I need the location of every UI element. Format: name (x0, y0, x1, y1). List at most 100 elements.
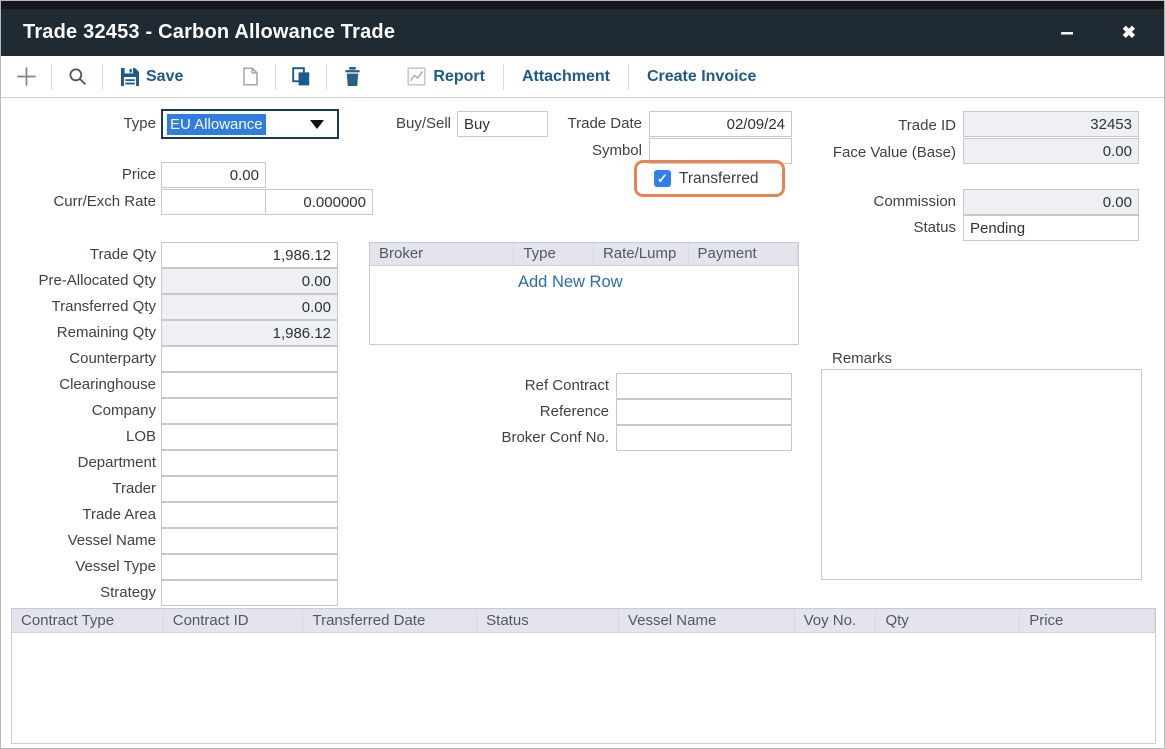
contracts-table: Contract TypeContract IDTransferred Date… (11, 608, 1156, 744)
reference-input[interactable] (616, 399, 792, 425)
titlebar: Trade 32453 - Carbon Allowance Trade – ✖ (1, 9, 1164, 56)
trader-label: Trader (1, 476, 156, 502)
trader-input[interactable] (161, 476, 338, 502)
minimize-icon[interactable]: – (1060, 21, 1073, 45)
broker-table-header: BrokerTypeRate/LumpPayment (370, 243, 798, 266)
strategy-input[interactable] (161, 580, 338, 606)
toolbar-separator (51, 64, 52, 90)
remarks-label: Remarks (832, 350, 892, 367)
symbol-label: Symbol (531, 138, 642, 164)
trade-qty-input[interactable] (161, 242, 338, 268)
report-chart-icon (407, 67, 426, 86)
window-title: Trade 32453 - Carbon Allowance Trade (23, 21, 395, 44)
vessel-name-label: Vessel Name (1, 528, 156, 554)
face-value-input[interactable] (963, 138, 1139, 164)
trade-area-label: Trade Area (1, 502, 156, 528)
attachment-label: Attachment (522, 68, 610, 86)
new-document-button[interactable] (235, 62, 265, 92)
remaining-qty-label: Remaining Qty (1, 320, 156, 346)
buy-sell-label: Buy/Sell (351, 111, 451, 137)
search-button[interactable] (62, 62, 92, 92)
trade-date-input[interactable] (649, 111, 792, 137)
form-area: Type EU Allowance Buy/Sell Trade Date Tr… (1, 98, 1164, 749)
search-icon (68, 67, 87, 86)
broker-col-broker: Broker (370, 243, 514, 265)
toolbar-separator (275, 64, 276, 90)
transferred-label: Transferred (679, 170, 759, 188)
contracts-table-header: Contract TypeContract IDTransferred Date… (12, 609, 1155, 633)
vessel-name-input[interactable] (161, 528, 338, 554)
price-input[interactable] (161, 162, 266, 188)
remaining-qty-input[interactable] (161, 320, 338, 346)
broker-table: BrokerTypeRate/LumpPayment Add New Row (369, 242, 799, 345)
pre-allocated-qty-label: Pre-Allocated Qty (1, 268, 156, 294)
chevron-down-icon (310, 120, 324, 129)
ref-contract-label: Ref Contract (444, 373, 609, 399)
trade-date-label: Trade Date (531, 111, 642, 137)
status-input[interactable] (963, 215, 1139, 241)
report-label: Report (433, 68, 485, 86)
type-dropdown[interactable]: EU Allowance (161, 109, 339, 139)
copy-button[interactable] (286, 62, 316, 92)
strategy-label: Strategy (1, 580, 156, 606)
counterparty-label: Counterparty (1, 346, 156, 372)
vessel-type-input[interactable] (161, 554, 338, 580)
contracts-col-vessel-name: Vessel Name (619, 609, 795, 632)
lob-label: LOB (1, 424, 156, 450)
currency-input[interactable] (161, 189, 266, 215)
add-new-row-link[interactable]: Add New Row (518, 273, 623, 292)
transferred-qty-label: Transferred Qty (1, 294, 156, 320)
document-icon (242, 67, 259, 86)
save-button[interactable]: Save (113, 66, 191, 88)
trade-id-label: Trade ID (821, 113, 956, 139)
check-icon: ✓ (657, 172, 668, 185)
contracts-col-price: Price (1020, 609, 1155, 632)
broker-col-payment: Payment (689, 243, 798, 265)
broker-conf-no-label: Broker Conf No. (444, 425, 609, 451)
trade-window: Trade 32453 - Carbon Allowance Trade – ✖… (0, 0, 1165, 749)
company-input[interactable] (161, 398, 338, 424)
report-button[interactable]: Report (399, 65, 493, 88)
broker-conf-no-input[interactable] (616, 425, 792, 451)
toolbar-separator (503, 64, 504, 90)
plus-icon (16, 66, 37, 87)
clearinghouse-label: Clearinghouse (1, 372, 156, 398)
counterparty-input[interactable] (161, 346, 338, 372)
delete-button[interactable] (337, 62, 367, 92)
create-invoice-button[interactable]: Create Invoice (639, 66, 764, 88)
curr-exch-rate-label: Curr/Exch Rate (21, 189, 156, 215)
face-value-label: Face Value (Base) (811, 140, 956, 166)
window-controls: – ✖ (1060, 21, 1142, 45)
lob-input[interactable] (161, 424, 338, 450)
commission-label: Commission (821, 189, 956, 215)
department-label: Department (1, 450, 156, 476)
toolbar-separator (102, 64, 103, 90)
toolbar-separator (628, 64, 629, 90)
commission-input[interactable] (963, 189, 1139, 215)
close-icon[interactable]: ✖ (1122, 24, 1136, 41)
toolbar-separator (326, 64, 327, 90)
exch-rate-input[interactable] (265, 189, 373, 215)
attachment-button[interactable]: Attachment (514, 66, 618, 88)
save-icon (121, 68, 139, 86)
trade-qty-label: Trade Qty (1, 242, 156, 268)
broker-table-body: Add New Row (370, 266, 798, 292)
transferred-checkbox[interactable]: ✓ (654, 170, 671, 187)
vessel-type-label: Vessel Type (1, 554, 156, 580)
status-label: Status (821, 215, 956, 241)
contracts-col-status: Status (477, 609, 619, 632)
clearinghouse-input[interactable] (161, 372, 338, 398)
company-label: Company (1, 398, 156, 424)
department-input[interactable] (161, 450, 338, 476)
broker-col-type: Type (514, 243, 594, 265)
trade-area-input[interactable] (161, 502, 338, 528)
trade-id-input[interactable] (963, 111, 1139, 137)
contracts-col-contract-type: Contract Type (12, 609, 164, 632)
broker-col-rate-lump: Rate/Lump (594, 243, 689, 265)
ref-contract-input[interactable] (616, 373, 792, 399)
transferred-qty-input[interactable] (161, 294, 338, 320)
pre-allocated-qty-input[interactable] (161, 268, 338, 294)
contracts-col-transferred-date: Transferred Date (303, 609, 477, 632)
remarks-textarea[interactable] (821, 369, 1142, 580)
add-button[interactable] (11, 62, 41, 92)
